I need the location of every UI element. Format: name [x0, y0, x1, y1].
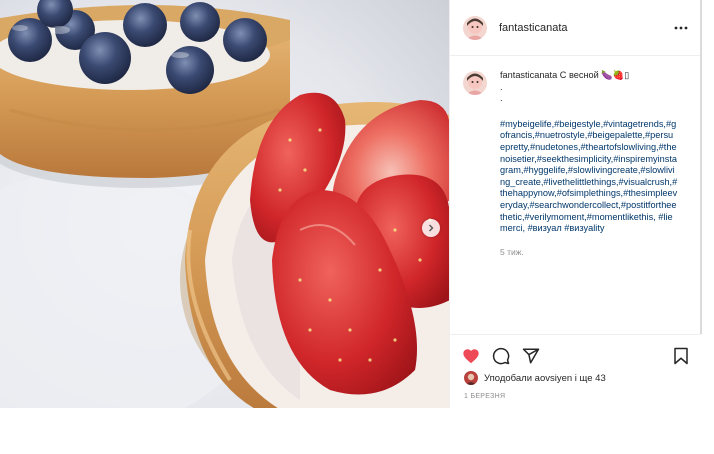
tarts-photo [0, 0, 449, 408]
liker-avatar[interactable] [464, 371, 478, 385]
chevron-right-icon [429, 224, 434, 232]
caption-text: С весной 🍆🍓▯ [559, 70, 630, 80]
user-avatar-image [463, 71, 487, 95]
caption-username[interactable]: fantasticanata [500, 70, 557, 80]
comment-button[interactable] [490, 345, 512, 367]
more-options-button[interactable] [673, 20, 689, 36]
caption-body: fantasticanata С весной 🍆🍓▯ . . #mybeige… [500, 70, 678, 258]
heart-icon [463, 349, 479, 364]
caption-hashtags[interactable]: #mybeigelife,#beigestyle,#vintagetrends,… [500, 119, 678, 235]
more-dots-icon [674, 26, 688, 30]
caption-first-line: fantasticanata С весной 🍆🍓▯ [500, 70, 678, 82]
post-side-panel: fantasticanata fantasticanata С весной 🍆… [449, 0, 701, 408]
liker-username[interactable]: aovsiyen [535, 373, 573, 384]
bookmark-icon [674, 347, 688, 365]
share-button[interactable] [520, 345, 542, 367]
post-time-ago[interactable]: 5 тиж. [500, 247, 678, 259]
carousel-next-button[interactable] [422, 219, 440, 237]
caption-dot: . [500, 93, 503, 104]
caption-comment: fantasticanata С весной 🍆🍓▯ . . #mybeige… [463, 70, 693, 258]
post-photo [0, 0, 449, 408]
liker-avatar-image [464, 371, 478, 385]
comment-icon [492, 347, 510, 365]
avatar[interactable] [463, 15, 487, 40]
save-button[interactable] [670, 345, 692, 367]
caption-scrollbar[interactable] [700, 0, 702, 334]
likes-suffix[interactable]: і ще 43 [575, 373, 606, 384]
share-icon [522, 348, 540, 364]
post-date[interactable]: 1 БЕРЕЗНЯ [464, 393, 505, 400]
post-author-username[interactable]: fantasticanata [499, 22, 568, 34]
like-button[interactable] [460, 345, 482, 367]
caption-dot: . [500, 81, 503, 92]
post-header: fantasticanata [450, 0, 701, 56]
likes-prefix: Уподобали [484, 372, 533, 384]
avatar[interactable] [463, 71, 487, 95]
post-actions-bar: Уподобали aovsiyen і ще 43 1 БЕРЕЗНЯ [450, 334, 701, 408]
likes-summary: Уподобали aovsiyen і ще 43 [464, 371, 606, 385]
user-avatar-image [463, 15, 487, 40]
